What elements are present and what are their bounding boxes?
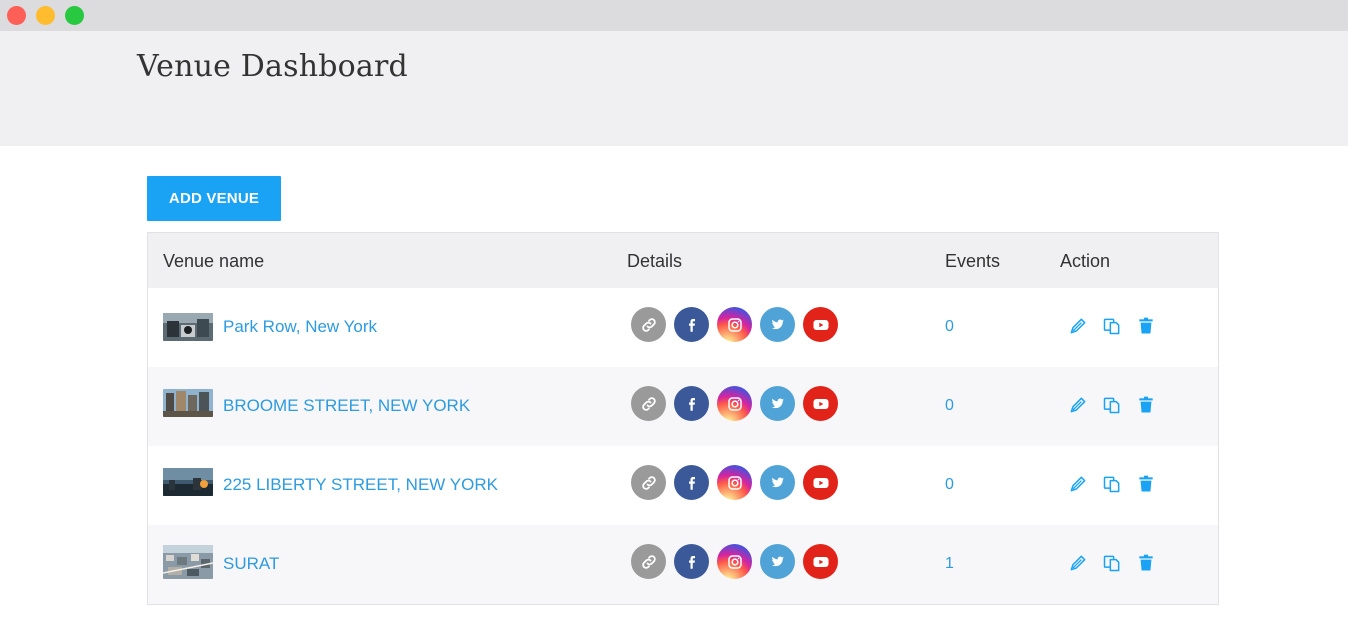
column-header-action: Action <box>1060 251 1111 271</box>
facebook-icon[interactable] <box>674 307 709 342</box>
venue-details-icons <box>631 544 838 579</box>
maximize-window-button[interactable] <box>65 6 84 25</box>
row-actions <box>1068 553 1156 573</box>
link-icon[interactable] <box>631 465 666 500</box>
page-title: Venue Dashboard <box>137 49 408 84</box>
instagram-icon[interactable] <box>717 544 752 579</box>
facebook-icon[interactable] <box>674 544 709 579</box>
venue-details-icons <box>631 307 838 342</box>
venue-name-link[interactable]: Park Row, New York <box>223 317 377 337</box>
youtube-icon[interactable] <box>803 307 838 342</box>
facebook-icon[interactable] <box>674 465 709 500</box>
venue-name-link[interactable]: BROOME STREET, NEW YORK <box>223 396 470 416</box>
delete-icon[interactable] <box>1136 316 1156 336</box>
duplicate-icon[interactable] <box>1102 395 1122 415</box>
row-actions <box>1068 474 1156 494</box>
table-row: Park Row, New York 0 <box>148 288 1218 367</box>
twitter-icon[interactable] <box>760 307 795 342</box>
close-window-button[interactable] <box>7 6 26 25</box>
venue-details-icons <box>631 386 838 421</box>
delete-icon[interactable] <box>1136 553 1156 573</box>
delete-icon[interactable] <box>1136 474 1156 494</box>
twitter-icon[interactable] <box>760 544 795 579</box>
youtube-icon[interactable] <box>803 465 838 500</box>
event-count[interactable]: 0 <box>945 318 954 336</box>
youtube-icon[interactable] <box>803 386 838 421</box>
duplicate-icon[interactable] <box>1102 553 1122 573</box>
column-header-events: Events <box>945 251 1001 271</box>
row-actions <box>1068 395 1156 415</box>
facebook-icon[interactable] <box>674 386 709 421</box>
youtube-icon[interactable] <box>803 544 838 579</box>
instagram-icon[interactable] <box>717 386 752 421</box>
column-header-details: Details <box>627 251 683 271</box>
venue-name-link[interactable]: 225 LIBERTY STREET, NEW YORK <box>223 475 498 495</box>
edit-icon[interactable] <box>1068 553 1088 573</box>
venue-name-link[interactable]: SURAT <box>223 554 279 574</box>
venue-thumbnail[interactable] <box>163 389 213 417</box>
table-row: BROOME STREET, NEW YORK 0 <box>148 367 1218 446</box>
delete-icon[interactable] <box>1136 395 1156 415</box>
table-row: SURAT 1 <box>148 525 1218 604</box>
event-count[interactable]: 1 <box>945 555 954 573</box>
venue-thumbnail[interactable] <box>163 468 213 496</box>
window-titlebar <box>0 0 1348 31</box>
link-icon[interactable] <box>631 544 666 579</box>
twitter-icon[interactable] <box>760 465 795 500</box>
instagram-icon[interactable] <box>717 307 752 342</box>
event-count[interactable]: 0 <box>945 476 954 494</box>
event-count[interactable]: 0 <box>945 397 954 415</box>
row-actions <box>1068 316 1156 336</box>
column-header-venue-name: Venue name <box>163 251 265 271</box>
edit-icon[interactable] <box>1068 316 1088 336</box>
link-icon[interactable] <box>631 386 666 421</box>
minimize-window-button[interactable] <box>36 6 55 25</box>
page-header: Venue Dashboard <box>0 31 1348 146</box>
add-venue-button[interactable]: ADD VENUE <box>147 176 281 221</box>
edit-icon[interactable] <box>1068 395 1088 415</box>
duplicate-icon[interactable] <box>1102 316 1122 336</box>
table-row: 225 LIBERTY STREET, NEW YORK 0 <box>148 446 1218 525</box>
venue-thumbnail[interactable] <box>163 545 213 579</box>
venue-details-icons <box>631 465 838 500</box>
instagram-icon[interactable] <box>717 465 752 500</box>
venue-thumbnail[interactable] <box>163 313 213 341</box>
link-icon[interactable] <box>631 307 666 342</box>
table-header: Venue name Details Events Action <box>148 233 1218 288</box>
duplicate-icon[interactable] <box>1102 474 1122 494</box>
twitter-icon[interactable] <box>760 386 795 421</box>
venues-table: Venue name Details Events Action Park Ro… <box>147 232 1219 605</box>
edit-icon[interactable] <box>1068 474 1088 494</box>
